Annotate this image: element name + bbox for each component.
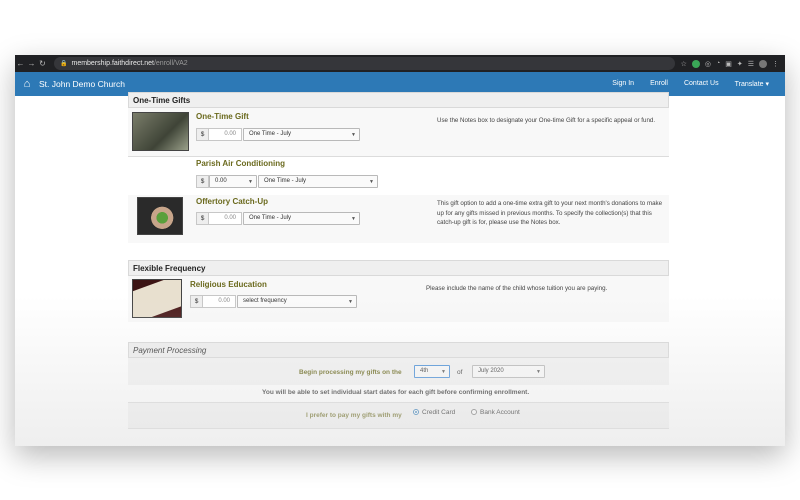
extensions-area: ☆ ◎ ◔ ▣ ✦ ☰ ⋮ [675, 59, 785, 68]
radio-credit-card[interactable] [413, 409, 419, 416]
frequency-select-parish-air[interactable]: One Time - July ▼ [258, 175, 378, 188]
url-path: /enroll/VA2 [153, 60, 188, 67]
start-day-select[interactable]: 4th ▼ [414, 365, 450, 378]
gift-image-catch-up [137, 197, 183, 235]
url-host: membership.faithdirect.net [71, 60, 154, 67]
payment-option-credit-card[interactable]: Credit Card [413, 409, 455, 416]
address-bar[interactable]: 🔒 membership.faithdirect.net/enroll/VA2 [54, 57, 675, 70]
gift-title-religious-ed: Religious Education [190, 280, 267, 289]
divider [128, 428, 669, 429]
chevron-down-icon: ▼ [369, 179, 374, 185]
gift-image-one-time [132, 112, 189, 151]
forward-icon[interactable]: → [26, 59, 37, 68]
chevron-down-icon: ▼ [351, 216, 356, 222]
star-icon[interactable]: ☆ [681, 60, 687, 68]
gift-title-parish-air: Parish Air Conditioning [196, 159, 286, 168]
amount-input-catch-up[interactable]: 0.00 [209, 212, 242, 225]
chevron-down-icon: ▼ [536, 369, 541, 375]
start-day-value: 4th [420, 368, 429, 374]
section-header-flexible: Flexible Frequency [128, 260, 669, 276]
home-icon[interactable]: ⌂ [17, 78, 37, 90]
extension-icon[interactable]: ◎ [705, 60, 711, 68]
start-date-info: You will be able to set individual start… [262, 389, 530, 396]
chevron-down-icon: ▼ [441, 369, 446, 375]
section-header-one-time: One-Time Gifts [128, 92, 669, 108]
start-month-select[interactable]: July 2020 ▼ [472, 365, 545, 378]
currency-label: $ [190, 295, 203, 308]
month-select-wrap: July 2020 ▼ [471, 365, 545, 378]
currency-label: $ [196, 128, 209, 141]
currency-label: $ [196, 212, 209, 225]
gift-controls-parish-air: $ 0.00 ▼ One Time - July ▼ [196, 175, 378, 188]
nav-contact-us[interactable]: Contact Us [684, 80, 719, 88]
frequency-select-catch-up[interactable]: One Time - July ▼ [243, 212, 360, 225]
amount-input-religious-ed[interactable]: 0.00 [203, 295, 236, 308]
chevron-down-icon: ▼ [351, 132, 356, 138]
more-icon[interactable]: ⋮ [772, 60, 779, 68]
page-content: One-Time Gifts One-Time Gift $ 0.00 One … [15, 92, 785, 446]
frequency-value: One Time - July [264, 178, 307, 184]
frequency-value: select frequency [243, 298, 287, 304]
lock-icon: 🔒 [60, 61, 68, 67]
nav-sign-in[interactable]: Sign In [612, 80, 634, 88]
puzzle-icon[interactable]: ✦ [737, 60, 743, 68]
gift-controls-one-time: $ 0.00 One Time - July ▼ [196, 128, 360, 141]
section-header-payment: Payment Processing [128, 342, 669, 358]
frequency-value: One Time - July [249, 215, 292, 221]
amount-select-parish-air[interactable]: 0.00 ▼ [209, 175, 257, 188]
radio-bank-account[interactable] [471, 409, 477, 416]
bank-account-label: Bank Account [480, 409, 520, 416]
gift-image-religious-ed [132, 279, 182, 318]
of-label: of [457, 369, 463, 376]
nav-translate[interactable]: Translate ▾ [735, 80, 769, 88]
browser-window: ← → ↻ 🔒 membership.faithdirect.net/enrol… [15, 55, 785, 446]
gift-controls-catch-up: $ 0.00 One Time - July ▼ [196, 212, 360, 225]
gift-title-catch-up: Offertory Catch-Up [196, 197, 269, 206]
start-month-value: July 2020 [478, 368, 504, 374]
pay-method-label: I prefer to pay my gifts with my [306, 412, 402, 419]
browser-toolbar: ← → ↻ 🔒 membership.faithdirect.net/enrol… [15, 55, 785, 72]
gift-note-catch-up: This gift option to add a one-time extra… [437, 200, 663, 226]
chevron-down-icon: ▼ [348, 299, 353, 305]
reload-icon[interactable]: ↻ [37, 59, 48, 68]
extension-icon[interactable]: ◔ [716, 60, 720, 67]
begin-processing-label: Begin processing my gifts on the [299, 369, 402, 376]
frequency-select-one-time[interactable]: One Time - July ▼ [243, 128, 360, 141]
gift-note-religious-ed: Please include the name of the child who… [426, 285, 608, 292]
avatar[interactable] [759, 59, 767, 68]
currency-label: $ [196, 175, 209, 188]
day-select-wrap: 4th ▼ [413, 365, 450, 378]
nav-links: Sign In Enroll Contact Us Translate ▾ [612, 80, 785, 88]
amount-input-one-time[interactable]: 0.00 [209, 128, 242, 141]
gift-note-one-time: Use the Notes box to designate your One-… [437, 117, 656, 124]
credit-card-label: Credit Card [422, 409, 456, 416]
gift-title-one-time: One-Time Gift [196, 112, 249, 121]
amount-value: 0.00 [215, 178, 227, 184]
extension-icon[interactable]: ▣ [725, 60, 732, 68]
gift-controls-religious-ed: $ 0.00 select frequency ▼ [190, 295, 357, 308]
extension-icon[interactable] [691, 59, 700, 68]
chevron-down-icon: ▼ [248, 179, 253, 185]
frequency-select-religious-ed[interactable]: select frequency ▼ [237, 295, 357, 308]
back-icon[interactable]: ← [15, 59, 26, 68]
site-brand[interactable]: St. John Demo Church [39, 79, 125, 89]
nav-enroll[interactable]: Enroll [650, 80, 668, 88]
menu-icon[interactable]: ☰ [748, 60, 754, 68]
payment-option-bank-account[interactable]: Bank Account [471, 409, 520, 416]
frequency-value: One Time - July [249, 131, 292, 137]
